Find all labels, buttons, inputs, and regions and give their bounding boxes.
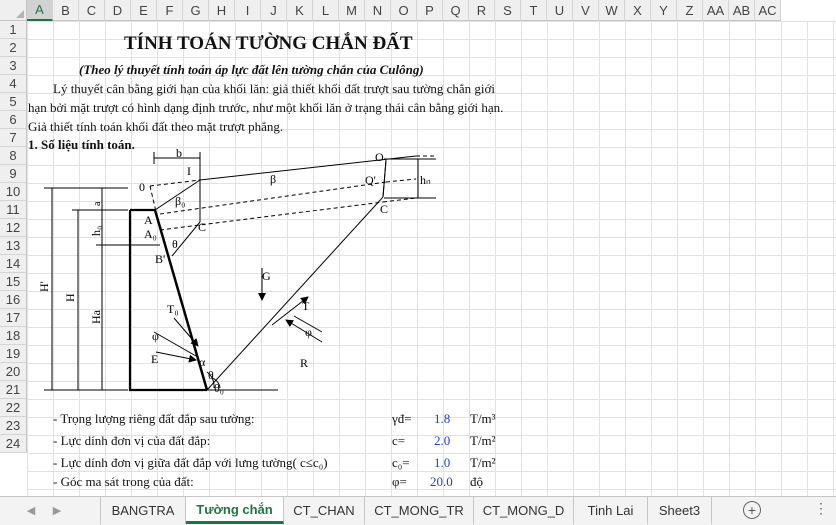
diagram-labels: b 0 I β O Q' hₙ A β₀ C C A₀ θ B' G T₀ T … (37, 146, 431, 395)
more-icon[interactable]: ⋮ (814, 500, 828, 517)
retaining-wall-diagram: b 0 I β O Q' hₙ A β₀ C C A₀ θ B' G T₀ T … (37, 146, 436, 395)
label-Hp: H' (37, 281, 51, 292)
tab-ct-mong-tr[interactable]: CT_MONG_TR (365, 497, 474, 524)
tab-tuong-chan[interactable]: Tường chắn (186, 497, 284, 524)
label-A0: A₀ (144, 227, 157, 241)
sheet-tab-bar: ◀ ▶ BANGTRA Tường chắn CT_CHAN CT_MONG_T… (0, 496, 836, 525)
plus-icon[interactable]: + (743, 501, 761, 519)
label-theta-bottom: θ (208, 368, 214, 382)
chevron-left-icon[interactable]: ◀ (22, 501, 40, 519)
tab-ct-chan[interactable]: CT_CHAN (284, 497, 365, 524)
label-C-right: C (380, 202, 388, 216)
label-h0: h₀ (89, 226, 103, 236)
label-beta: β (270, 172, 276, 186)
tab-bangtra[interactable]: BANGTRA (100, 497, 186, 524)
label-G: G (262, 269, 271, 283)
label-theta0: θ₀ (214, 381, 224, 395)
label-C: C (198, 220, 206, 234)
label-R: R (300, 356, 308, 370)
label-O: O (375, 150, 384, 164)
label-a: a (92, 201, 103, 206)
label-E: E (151, 352, 158, 366)
spreadsheet[interactable]: A B C D E F G H I J K L M N O P Q R S T U V W X Y Z AA AB AC 1234567… (0, 0, 836, 496)
label-b: b (176, 146, 182, 160)
label-hn: hₙ (420, 173, 431, 187)
label-alpha: α (199, 355, 206, 369)
label-I: I (187, 164, 191, 178)
label-Qp: Q' (365, 173, 376, 187)
label-T: T (302, 299, 310, 313)
label-T0: T₀ (167, 302, 179, 316)
label-Ha: Ha (89, 309, 103, 324)
label-phi-right: φ (305, 325, 312, 339)
tab-tinh-lai[interactable]: Tinh Lai (574, 497, 648, 524)
label-0: 0 (139, 180, 145, 194)
label-theta: θ (172, 237, 178, 251)
label-A: A (144, 213, 153, 227)
tab-ct-mong-d[interactable]: CT_MONG_D (474, 497, 574, 524)
label-Bp: B' (155, 252, 165, 266)
label-H: H (63, 293, 77, 302)
chevron-right-icon[interactable]: ▶ (48, 501, 66, 519)
label-phi-left: φ (152, 329, 159, 343)
tab-sheet3[interactable]: Sheet3 (648, 497, 712, 524)
label-beta0: β₀ (175, 194, 185, 208)
